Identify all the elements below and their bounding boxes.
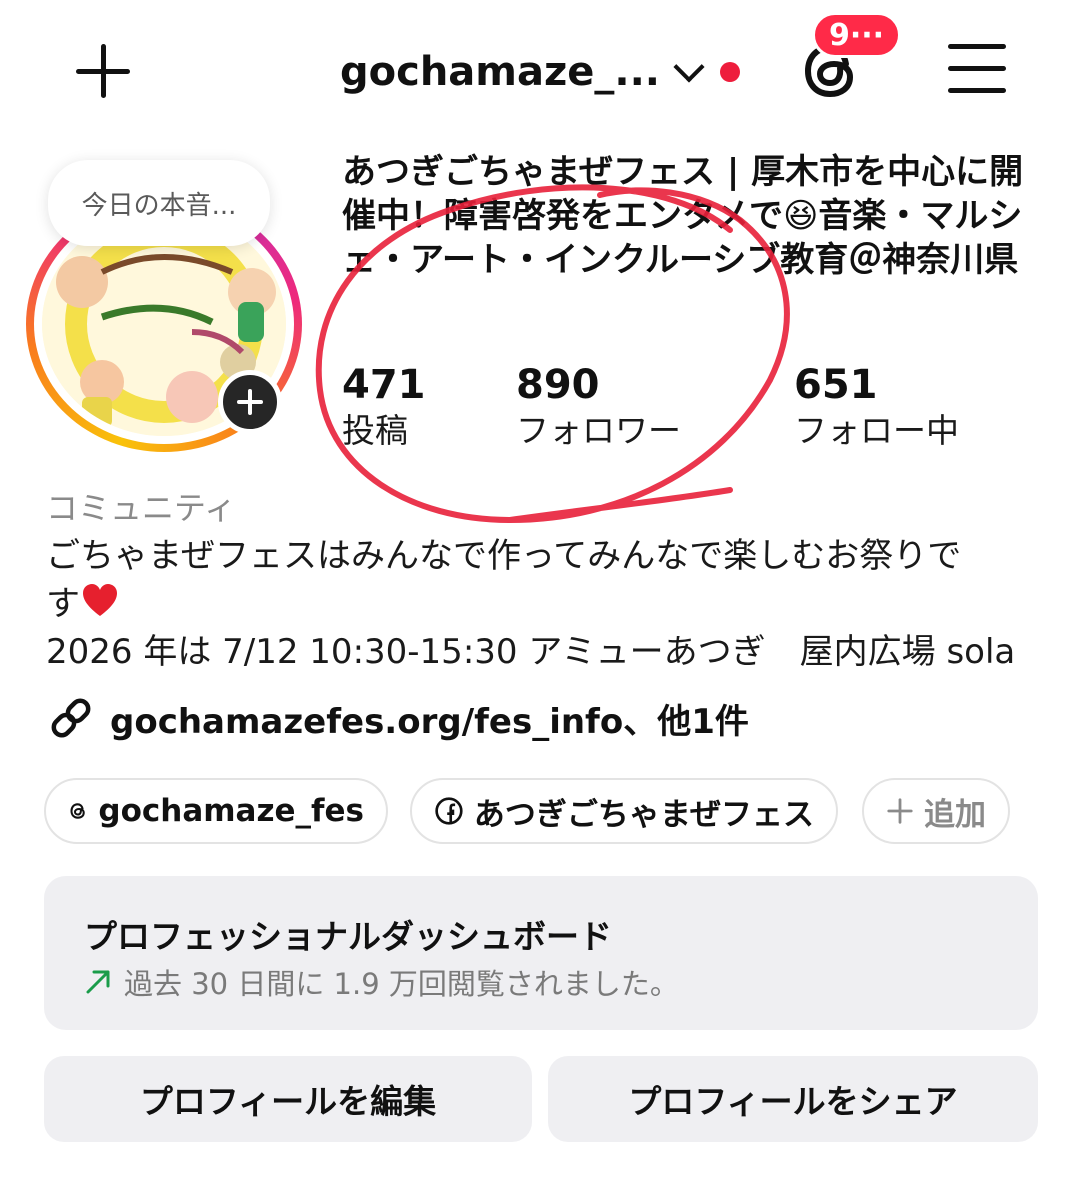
stat-followers-label: フォロワー: [516, 411, 681, 450]
chevron-down-icon: [673, 51, 705, 83]
bio-line-1: ごちゃまぜフェスはみんなで作ってみんなで楽しむお祭りで: [46, 536, 962, 576]
threads-chip[interactable]: gochamaze_fes: [44, 778, 388, 844]
profile-category: コミュニティ: [46, 489, 237, 527]
add-story-icon[interactable]: [218, 370, 282, 434]
profile-link[interactable]: gochamazefes.org/fes_info、他1件: [46, 690, 749, 746]
notification-dot: [720, 62, 740, 82]
bio-line-2: す: [46, 584, 80, 624]
stat-posts-value: 471: [342, 362, 426, 408]
top-bar: gochamaze_... 9···: [0, 0, 1082, 140]
stat-following[interactable]: 651 フォロー中: [794, 362, 959, 454]
create-plus-icon[interactable]: [70, 38, 136, 104]
facebook-icon: [435, 797, 463, 825]
note-bubble[interactable]: 今日の本音...: [48, 160, 270, 246]
dashboard-title: プロフェッショナルダッシュボード: [84, 917, 612, 956]
stat-followers[interactable]: 890 フォロワー: [516, 362, 681, 454]
notification-badge: 9···: [812, 12, 902, 58]
profile-full-name: あつぎごちゃまぜフェス | 厚木市を中心に開催中！障害啓発をエンタメで😆音楽・マ…: [342, 152, 1024, 280]
stat-posts-label: 投稿: [342, 411, 408, 450]
profile-page: gochamaze_... 9··· 今日の本音... あつぎごちゃまぜフェス …: [0, 0, 1082, 1200]
add-link-chip-label: 追加: [924, 796, 986, 833]
stat-followers-value: 890: [516, 362, 600, 408]
bio-line-3: 2026 年は 7/12 10:30-15:30 アミューあつぎ 屋内広場 so…: [46, 632, 1016, 672]
plus-icon: [887, 798, 913, 824]
threads-icon: [70, 803, 85, 819]
heart-icon: [83, 584, 117, 616]
stat-following-value: 651: [794, 362, 878, 408]
stat-following-label: フォロー中: [794, 411, 959, 450]
username-label: gochamaze_...: [340, 49, 660, 95]
facebook-chip[interactable]: あつぎごちゃまぜフェス: [410, 778, 838, 844]
profile-bio: ごちゃまぜフェスはみんなで作ってみんなで楽しむお祭りで す 2026 年は 7/…: [46, 532, 1046, 676]
facebook-chip-label: あつぎごちゃまぜフェス: [473, 796, 814, 833]
edit-profile-button[interactable]: プロフィールを編集: [44, 1056, 532, 1142]
share-profile-button[interactable]: プロフィールをシェア: [548, 1056, 1038, 1142]
add-link-chip[interactable]: 追加: [862, 778, 1010, 844]
professional-dashboard[interactable]: プロフェッショナルダッシュボード 過去 30 日間に 1.9 万回閲覧されました…: [44, 876, 1038, 1030]
dashboard-subtitle: 過去 30 日間に 1.9 万回閲覧されました。: [124, 967, 679, 1001]
threads-chip-label: gochamaze_fes: [98, 793, 364, 829]
account-switcher[interactable]: gochamaze_...: [340, 44, 740, 100]
hamburger-menu-icon[interactable]: [948, 44, 1006, 94]
stat-posts[interactable]: 471 投稿: [342, 362, 426, 454]
trend-up-icon: [86, 970, 110, 994]
link-text: gochamazefes.org/fes_info、他1件: [110, 701, 749, 742]
link-icon: [51, 698, 91, 738]
